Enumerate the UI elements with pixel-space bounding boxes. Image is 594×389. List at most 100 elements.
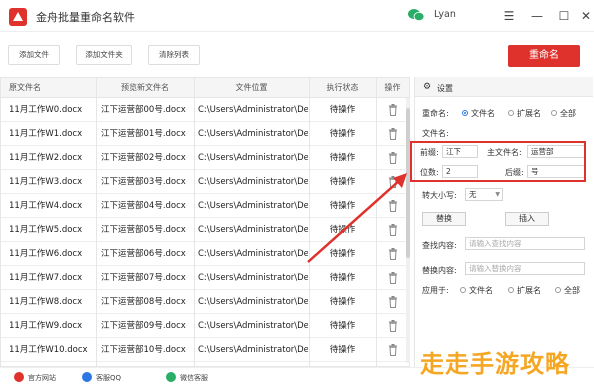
website-link[interactable]: 官方网站: [28, 373, 56, 383]
cell-status: 待操作: [329, 345, 356, 355]
table-row[interactable]: 11月工作W6.docx 江下运营部06号.docx C:\Users\Admini…: [1, 242, 409, 266]
header-action: 操作: [384, 83, 401, 92]
qq-icon: [82, 372, 92, 382]
cell-status: 待操作: [329, 201, 356, 211]
add-folder-button[interactable]: 添加文件夹: [76, 45, 132, 65]
apply-label-filename: 文件名: [469, 286, 493, 295]
trash-icon[interactable]: [388, 272, 398, 284]
table-row[interactable]: 11月工作W9.docx 江下运营部09号.docx C:\Users\Admini…: [1, 314, 409, 338]
menu-icon[interactable]: ☰: [500, 7, 518, 25]
table-row[interactable]: 11月工作W3.docx 江下运营部03号.docx C:\Users\Admini…: [1, 170, 409, 194]
find-label: 查找内容:: [422, 241, 457, 250]
app-title: 金舟批量重命名软件: [36, 11, 135, 24]
table-row[interactable]: 11月工作W1.docx 江下运营部01号.docx C:\Users\Admini…: [1, 122, 409, 146]
replace-input[interactable]: 请输入替换内容: [465, 262, 585, 275]
maximize-icon[interactable]: ☐: [555, 7, 573, 25]
cell-status: 待操作: [329, 273, 356, 283]
cell-preview-name: 江下运营部03号.docx: [101, 177, 186, 187]
clear-list-button[interactable]: 清除列表: [148, 45, 200, 65]
apply-label-all: 全部: [564, 286, 580, 295]
table-row[interactable]: 11月工作W7.docx 江下运营部07号.docx C:\Users\Admini…: [1, 266, 409, 290]
table-row[interactable]: 11月工作W5.docx 江下运营部05号.docx C:\Users\Admini…: [1, 218, 409, 242]
cell-status: 待操作: [329, 105, 356, 115]
cell-location: C:\Users\Administrator\De...: [198, 225, 308, 235]
radio-apply-ext[interactable]: [508, 287, 514, 293]
settings-panel: ⚙ 设置 重命名: 文件名 扩展名 全部 文件名: 前缀: 江下 主文件名: 运…: [414, 77, 593, 367]
header-status[interactable]: 执行状态: [309, 78, 376, 98]
wechat-service-link[interactable]: 微信客服: [180, 373, 208, 383]
file-table: 原文件名 预览新文件名 文件位置 执行状态 操作 11月工作W0.docx 江下运…: [0, 77, 410, 368]
insert-button[interactable]: 插入: [505, 212, 549, 226]
table-row[interactable]: 11月工作W4.docx 江下运营部04号.docx C:\Users\Admini…: [1, 194, 409, 218]
find-input[interactable]: 请输入查找内容: [465, 237, 585, 250]
cell-status: 待操作: [329, 129, 356, 139]
cell-preview-name: 江下运营部00号.docx: [101, 105, 186, 115]
cell-location: C:\Users\Administrator\De...: [198, 201, 308, 211]
cell-preview-name: 江下运营部10号.docx: [101, 345, 186, 355]
chevron-down-icon: ▼: [495, 191, 500, 198]
highlight-box: [410, 141, 586, 182]
case-label: 转大小写:: [422, 191, 457, 200]
radio-apply-filename[interactable]: [460, 287, 466, 293]
rename-button[interactable]: 重命名: [508, 45, 580, 67]
case-select[interactable]: 无 ▼: [465, 188, 503, 201]
trash-icon[interactable]: [388, 320, 398, 332]
table-row[interactable]: 11月工作W0.docx 江下运营部00号.docx C:\Users\Admini…: [1, 98, 409, 122]
settings-title: 设置: [437, 84, 453, 93]
trash-icon[interactable]: [388, 128, 398, 140]
trash-icon[interactable]: [388, 152, 398, 164]
radio-rename-ext[interactable]: [508, 110, 514, 116]
qq-link[interactable]: 客服QQ: [96, 373, 121, 383]
replace-button[interactable]: 替换: [422, 212, 466, 226]
trash-icon[interactable]: [388, 248, 398, 260]
table-row[interactable]: 11月工作W10.docx 江下运营部10号.docx C:\Users\Admin…: [1, 338, 409, 362]
header-location[interactable]: 文件位置: [194, 78, 309, 98]
close-icon[interactable]: ✕: [577, 7, 594, 25]
trash-icon[interactable]: [388, 344, 398, 356]
radio-label-ext: 扩展名: [517, 109, 541, 118]
replace-label: 替换内容:: [422, 266, 457, 275]
table-row[interactable]: 11月工作W2.docx 江下运营部02号.docx C:\Users\Admini…: [1, 146, 409, 170]
radio-rename-filename[interactable]: [462, 110, 468, 116]
cell-location: C:\Users\Administrator\De...: [198, 129, 308, 139]
apply-label-ext: 扩展名: [517, 286, 541, 295]
website-icon: [14, 372, 24, 382]
add-file-button[interactable]: 添加文件: [8, 45, 60, 65]
cell-original-name: 11月工作W1.docx: [9, 129, 83, 139]
radio-apply-all[interactable]: [555, 287, 561, 293]
wechat-icon[interactable]: [408, 8, 424, 22]
cell-original-name: 11月工作W10.docx: [9, 345, 88, 355]
table-row[interactable]: 11月工作W8.docx 江下运营部08号.docx C:\Users\Admini…: [1, 290, 409, 314]
username[interactable]: Lyan: [434, 9, 456, 20]
cell-original-name: 11月工作W8.docx: [9, 297, 83, 307]
settings-header: ⚙ 设置: [415, 77, 593, 97]
table-header: 原文件名 预览新文件名 文件位置 执行状态 操作: [1, 78, 409, 98]
app-logo-icon: [9, 8, 27, 26]
cell-original-name: 11月工作W4.docx: [9, 201, 83, 211]
cell-preview-name: 江下运营部01号.docx: [101, 129, 186, 139]
cell-preview-name: 江下运营部09号.docx: [101, 321, 186, 331]
trash-icon[interactable]: [388, 224, 398, 236]
header-preview-name[interactable]: 预览新文件名: [96, 78, 194, 98]
cell-status: 待操作: [329, 153, 356, 163]
radio-label-filename: 文件名: [471, 109, 495, 118]
toolbar: 添加文件 添加文件夹 清除列表 重命名: [0, 33, 594, 73]
cell-preview-name: 江下运营部08号.docx: [101, 297, 186, 307]
cell-status: 待操作: [329, 225, 356, 235]
rename-mode-label: 重命名:: [422, 109, 449, 118]
cell-location: C:\Users\Administrator\De...: [198, 345, 308, 355]
trash-icon[interactable]: [388, 104, 398, 116]
trash-icon[interactable]: [388, 200, 398, 212]
cell-original-name: 11月工作W6.docx: [9, 249, 83, 259]
header-original-name[interactable]: 原文件名: [1, 78, 96, 98]
radio-rename-all[interactable]: [551, 110, 557, 116]
apply-label: 应用于:: [422, 286, 449, 295]
table-scrollbar[interactable]: [406, 98, 410, 363]
cell-status: 待操作: [329, 177, 356, 187]
cell-location: C:\Users\Administrator\De...: [198, 321, 308, 331]
case-select-value: 无: [469, 190, 477, 199]
minimize-icon[interactable]: —: [528, 7, 546, 25]
trash-icon[interactable]: [388, 296, 398, 308]
trash-icon[interactable]: [388, 176, 398, 188]
cell-location: C:\Users\Administrator\De...: [198, 297, 308, 307]
